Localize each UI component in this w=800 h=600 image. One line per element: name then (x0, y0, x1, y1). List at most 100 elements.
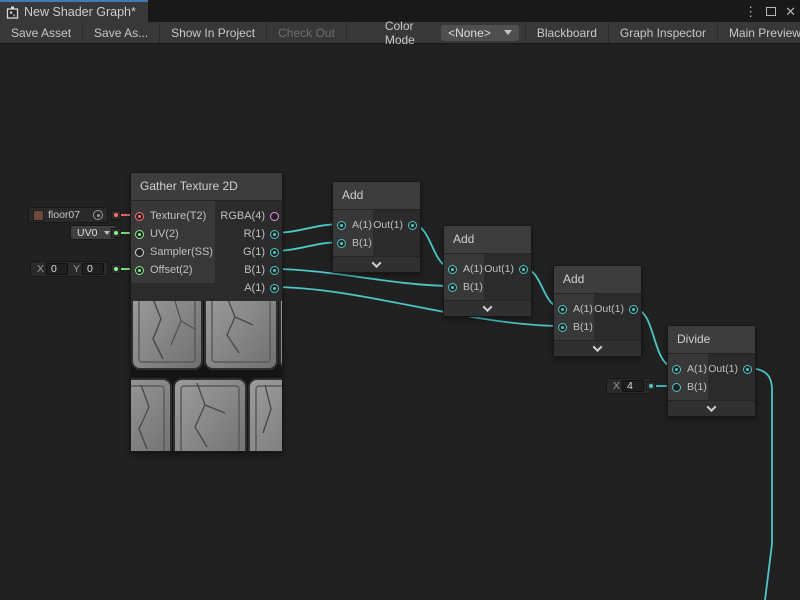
add1-input-port-b[interactable] (337, 239, 346, 248)
color-mode-label: Color Mode (385, 19, 433, 47)
add3-input-port-a[interactable] (558, 305, 567, 314)
object-picker-icon[interactable] (93, 210, 103, 220)
tab-title: New Shader Graph* (24, 5, 136, 19)
texture-thumbnail (33, 210, 44, 221)
collapse-bar[interactable] (333, 256, 420, 272)
texture-connector[interactable] (111, 210, 121, 220)
divide-b-connector[interactable] (646, 381, 656, 391)
offset-x-input[interactable]: 0 (46, 263, 68, 275)
close-icon[interactable]: ✕ (785, 5, 796, 18)
collapse-chevron-icon (483, 302, 493, 312)
offset-y-label: Y (73, 263, 80, 275)
add3-input-port-b[interactable] (558, 323, 567, 332)
port-label: A(1) (244, 282, 265, 294)
graph-toolbar: Save Asset Save As... Show In Project Ch… (0, 22, 800, 44)
color-mode-dropdown[interactable]: <None> (441, 25, 519, 41)
add2-output-port[interactable] (519, 265, 528, 274)
divide-output-port[interactable] (743, 365, 752, 374)
graph-tab[interactable]: New Shader Graph* (0, 0, 148, 22)
port-label: A(1) (352, 219, 372, 231)
collapse-chevron-icon (707, 402, 717, 412)
port-label: B(1) (463, 281, 483, 293)
uv-channel-value: UV0 (77, 227, 97, 239)
divide-b-label: X (613, 380, 620, 392)
texture-object-field[interactable]: floor07 (28, 207, 108, 223)
blackboard-button[interactable]: Blackboard (525, 22, 608, 43)
add1-input-port-a[interactable] (337, 221, 346, 230)
gather-input-port-sampler[interactable] (135, 248, 144, 257)
shader-graph-icon (6, 6, 19, 19)
save-asset-button[interactable]: Save Asset (0, 22, 83, 43)
texture-preview (131, 301, 282, 451)
port-label: Offset(2) (150, 264, 193, 276)
collapse-chevron-icon (593, 342, 603, 352)
node-title[interactable]: Add (444, 226, 531, 254)
port-label: B(1) (352, 237, 372, 249)
divide-b-input[interactable]: 4 (622, 380, 644, 392)
port-label: A(1) (687, 363, 707, 375)
node-divide[interactable]: Divide A(1) B(1) Out(1) (667, 325, 756, 417)
port-label: RGBA(4) (220, 210, 265, 222)
port-label: B(1) (573, 321, 593, 333)
offset-y-input[interactable]: 0 (82, 263, 104, 275)
port-label: UV(2) (150, 228, 179, 240)
port-label: Texture(T2) (150, 210, 206, 222)
add2-input-port-b[interactable] (448, 283, 457, 292)
gather-output-port-a[interactable] (270, 284, 279, 293)
collapse-chevron-icon (372, 258, 382, 268)
shader-graph-window: New Shader Graph* ⋮ ✕ Save Asset Save As… (0, 0, 800, 600)
kebab-menu-icon[interactable]: ⋮ (744, 5, 757, 18)
node-add-1[interactable]: Add A(1) B(1) Out(1) (332, 181, 421, 273)
port-label: R(1) (244, 228, 265, 240)
edge-wires (0, 44, 800, 600)
port-label: Out(1) (484, 263, 514, 275)
uv-connector[interactable] (111, 228, 121, 238)
color-mode-group: Color Mode <None> (379, 22, 525, 43)
maximize-icon[interactable] (766, 7, 776, 16)
check-out-button: Check Out (267, 22, 347, 43)
main-preview-button[interactable]: Main Preview (717, 22, 800, 43)
gather-input-port-uv[interactable] (135, 230, 144, 239)
texture-name: floor07 (48, 209, 80, 221)
node-title[interactable]: Gather Texture 2D (131, 173, 282, 201)
port-label: G(1) (243, 246, 265, 258)
collapse-bar[interactable] (444, 300, 531, 316)
add3-output-port[interactable] (629, 305, 638, 314)
gather-output-port-b[interactable] (270, 266, 279, 275)
gather-output-port-g[interactable] (270, 248, 279, 257)
port-label: Out(1) (594, 303, 624, 315)
divide-input-port-b[interactable] (672, 383, 681, 392)
node-add-3[interactable]: Add A(1) B(1) Out(1) (553, 265, 642, 357)
node-title[interactable]: Add (554, 266, 641, 294)
collapse-bar[interactable] (554, 340, 641, 356)
color-mode-value: <None> (448, 26, 491, 40)
add2-input-port-a[interactable] (448, 265, 457, 274)
node-title[interactable]: Divide (668, 326, 755, 354)
port-label: Sampler(SS) (150, 246, 213, 258)
graph-canvas[interactable]: Gather Texture 2D Texture(T2) UV(2) Samp… (0, 44, 800, 600)
chevron-down-icon (104, 231, 110, 235)
port-label: A(1) (573, 303, 593, 315)
chevron-down-icon (504, 30, 512, 35)
gather-output-port-r[interactable] (270, 230, 279, 239)
node-add-2[interactable]: Add A(1) B(1) Out(1) (443, 225, 532, 317)
gather-input-port-texture[interactable] (135, 212, 144, 221)
port-label: B(1) (687, 381, 707, 393)
node-title[interactable]: Add (333, 182, 420, 210)
port-label: Out(1) (708, 363, 738, 375)
gather-input-port-offset[interactable] (135, 266, 144, 275)
divide-input-port-a[interactable] (672, 365, 681, 374)
show-in-project-button[interactable]: Show In Project (160, 22, 267, 43)
node-gather-texture-2d[interactable]: Gather Texture 2D Texture(T2) UV(2) Samp… (130, 172, 283, 452)
gather-output-port-rgba[interactable] (270, 212, 279, 221)
collapse-bar[interactable] (668, 400, 755, 416)
port-label: B(1) (244, 264, 265, 276)
graph-inspector-button[interactable]: Graph Inspector (608, 22, 717, 43)
offset-connector[interactable] (111, 264, 121, 274)
add1-output-port[interactable] (408, 221, 417, 230)
offset-x-label: X (37, 263, 44, 275)
port-label: Out(1) (373, 219, 403, 231)
port-label: A(1) (463, 263, 483, 275)
offset-vector2-field: X 0 Y 0 (30, 261, 108, 277)
save-as-button[interactable]: Save As... (83, 22, 160, 43)
